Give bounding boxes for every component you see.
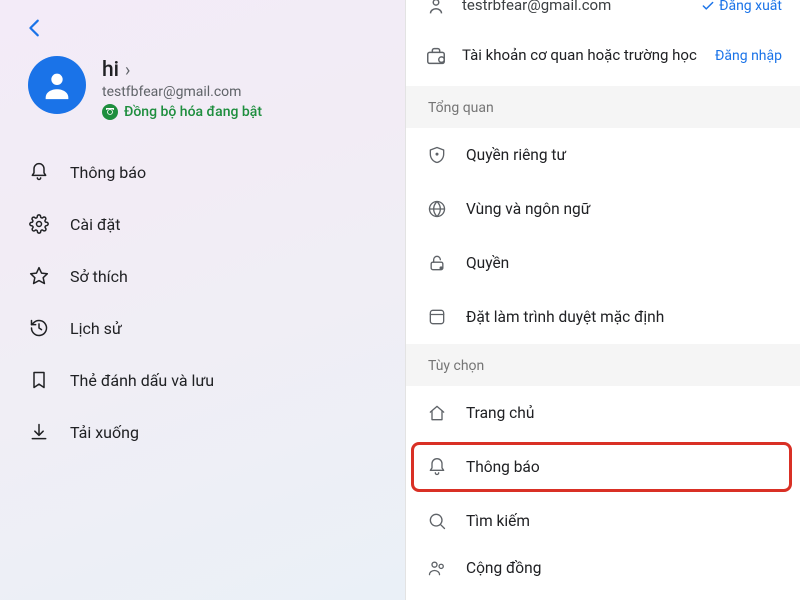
menu-label: Lịch sử — [70, 319, 122, 338]
section-header-overview: Tổng quan — [406, 86, 800, 128]
home-icon — [426, 402, 448, 424]
menu-item-downloads[interactable]: Tải xuống — [12, 406, 393, 458]
people-icon — [426, 557, 448, 576]
gear-icon — [28, 213, 50, 235]
settings-label: Cộng đồng — [466, 559, 541, 576]
back-arrow-icon — [24, 17, 46, 39]
browser-icon — [426, 306, 448, 328]
menu-label: Thẻ đánh dấu và lưu — [70, 371, 214, 390]
menu-label: Tải xuống — [70, 423, 139, 442]
sync-status-label: Đồng bộ hóa đang bật — [124, 104, 262, 120]
work-school-label: Tài khoản cơ quan hoặc trường học — [462, 46, 701, 66]
settings-label: Trang chủ — [466, 404, 534, 422]
profile-email: testfbfear@gmail.com — [102, 84, 262, 100]
menu-item-history[interactable]: Lịch sử — [12, 302, 393, 354]
settings-label: Thông báo — [466, 458, 540, 476]
sign-in-label: Đăng nhập — [715, 48, 782, 64]
menu-label: Sở thích — [70, 267, 128, 286]
profile-text: hi › testfbfear@gmail.com Đồng bộ hóa đa… — [102, 56, 262, 120]
sign-out-link[interactable]: Đăng xuất — [701, 0, 782, 14]
back-button[interactable] — [0, 10, 66, 50]
sign-out-label: Đăng xuất — [719, 0, 782, 14]
settings-item-default-browser[interactable]: Đặt làm trình duyệt mặc định — [406, 290, 800, 344]
settings-label: Vùng và ngôn ngữ — [466, 200, 590, 218]
person-badge-icon — [424, 0, 448, 18]
menu-item-bookmarks[interactable]: Thẻ đánh dấu và lưu — [12, 354, 393, 406]
settings-item-region[interactable]: Vùng và ngôn ngữ — [406, 182, 800, 236]
person-icon — [40, 68, 74, 102]
sync-status-row: Đồng bộ hóa đang bật — [102, 104, 262, 120]
sign-in-link[interactable]: Đăng nhập — [715, 48, 782, 64]
bookmark-icon — [28, 369, 50, 391]
menu-item-preferences[interactable]: Sở thích — [12, 250, 393, 302]
sync-ok-icon — [102, 104, 118, 120]
check-icon — [701, 0, 715, 13]
chevron-right-icon: › — [125, 60, 130, 81]
search-icon — [426, 510, 448, 532]
menu-label: Cài đặt — [70, 215, 120, 234]
bell-icon — [28, 161, 50, 183]
left-menu: Thông báo Cài đặt Sở thích Lịch sử Thẻ đ… — [0, 142, 405, 462]
settings-item-search[interactable]: Tìm kiếm — [406, 494, 800, 548]
settings-item-community[interactable]: Cộng đồng — [406, 548, 800, 576]
briefcase-icon — [424, 44, 448, 68]
profile-block[interactable]: hi › testfbfear@gmail.com Đồng bộ hóa đa… — [0, 50, 405, 142]
account-primary-row[interactable]: testrbfear@gmail.com Đăng xuất — [406, 0, 800, 30]
globe-icon — [426, 198, 448, 220]
account-email: testrbfear@gmail.com — [462, 0, 687, 16]
lock-icon — [426, 252, 448, 274]
settings-item-privacy[interactable]: Quyền riêng tư — [406, 128, 800, 182]
avatar — [28, 56, 86, 114]
menu-item-notifications[interactable]: Thông báo — [12, 146, 393, 198]
bell-icon — [426, 456, 448, 478]
settings-label: Đặt làm trình duyệt mặc định — [466, 308, 664, 326]
settings-item-permissions[interactable]: Quyền — [406, 236, 800, 290]
star-icon — [28, 265, 50, 287]
settings-item-home[interactable]: Trang chủ — [406, 386, 800, 440]
download-icon — [28, 421, 50, 443]
history-icon — [28, 317, 50, 339]
profile-name-row[interactable]: hi › — [102, 58, 262, 82]
settings-label: Quyền riêng tư — [466, 146, 566, 164]
account-work-row[interactable]: Tài khoản cơ quan hoặc trường học Đăng n… — [406, 30, 800, 86]
menu-label: Thông báo — [70, 163, 146, 182]
shield-icon — [426, 144, 448, 166]
menu-item-settings[interactable]: Cài đặt — [12, 198, 393, 250]
right-panel: testrbfear@gmail.com Đăng xuất Tài khoản… — [406, 0, 800, 600]
section-header-options: Tùy chọn — [406, 344, 800, 386]
settings-label: Quyền — [466, 254, 509, 272]
left-panel: hi › testfbfear@gmail.com Đồng bộ hóa đa… — [0, 0, 405, 600]
settings-label: Tìm kiếm — [466, 512, 530, 530]
profile-name: hi — [102, 58, 119, 82]
settings-item-notifications[interactable]: Thông báo — [406, 440, 800, 494]
